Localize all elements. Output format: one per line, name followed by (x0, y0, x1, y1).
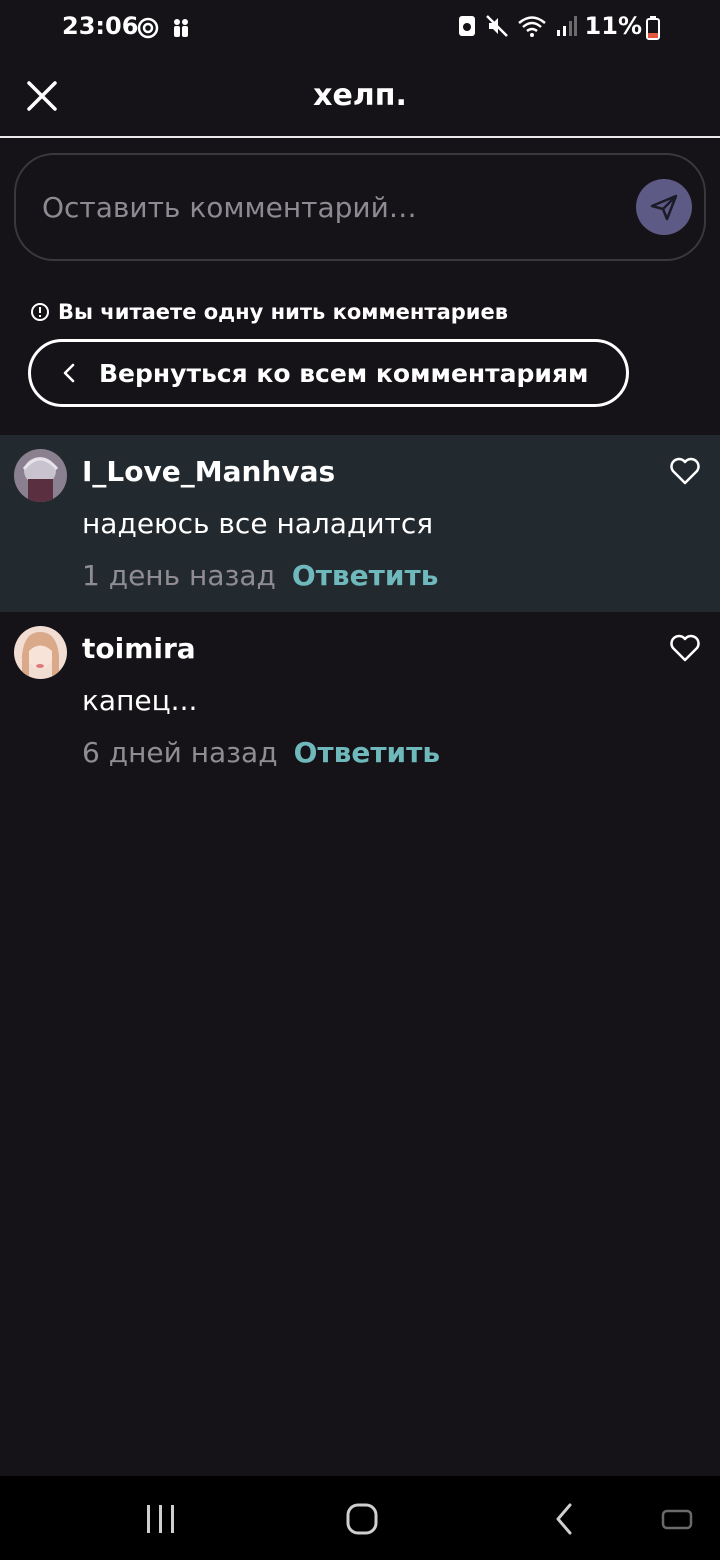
reply-button[interactable]: Ответить (292, 559, 439, 592)
comments-screen: 23:06 11% хелп. Оставить комментарий… Вы… (0, 0, 720, 1560)
people-icon (174, 19, 188, 37)
thread-notice-text: Вы читаете одну нить комментариев (58, 300, 509, 324)
back-to-all-comments-button[interactable]: Вернуться ко всем комментариям (28, 339, 629, 407)
status-bar: 23:06 11% (0, 0, 720, 56)
info-icon (31, 303, 49, 321)
header: хелп. (0, 56, 720, 138)
heart-icon[interactable] (668, 455, 702, 487)
chevron-left-icon (63, 363, 75, 383)
comment-time: 6 дней назад (82, 736, 278, 769)
comment-username[interactable]: I_Love_Manhvas (82, 455, 335, 488)
battery-icon (646, 16, 660, 40)
keyboard-toggle-icon[interactable] (660, 1502, 694, 1536)
thread-notice: Вы читаете одну нить комментариев (30, 300, 508, 324)
comment-text: надеюсь все наладится (82, 507, 434, 540)
comment-item: I_Love_Manhvas надеюсь все наладится 1 д… (0, 435, 720, 612)
avatar[interactable] (14, 449, 67, 502)
nfc-icon (458, 16, 475, 36)
system-navigation-bar (0, 1476, 720, 1560)
comment-username[interactable]: toimira (82, 632, 196, 665)
back-icon[interactable] (548, 1502, 582, 1536)
sync-icon (137, 17, 159, 39)
wifi-icon (517, 16, 546, 37)
back-button-label: Вернуться ко всем комментариям (99, 358, 589, 388)
send-button[interactable] (636, 179, 692, 235)
comment-time: 1 день назад (82, 559, 276, 592)
home-icon[interactable] (345, 1502, 379, 1536)
comment-item: toimira капец... 6 дней назад Ответить (0, 612, 720, 789)
comment-meta: 6 дней назад Ответить (82, 736, 440, 769)
comment-meta: 1 день назад Ответить (82, 559, 438, 592)
comment-input[interactable] (42, 183, 632, 231)
heart-icon[interactable] (668, 632, 702, 664)
signal-icon (556, 16, 577, 36)
battery-percent: 11% (584, 12, 642, 40)
avatar[interactable] (14, 626, 67, 679)
comment-input-container (14, 153, 706, 261)
reply-button[interactable]: Ответить (294, 736, 441, 769)
mute-icon (485, 15, 508, 37)
page-title: хелп. (313, 78, 407, 113)
comment-text: капец... (82, 684, 198, 717)
recent-apps-icon[interactable] (144, 1502, 178, 1536)
status-time: 23:06 (62, 12, 139, 40)
send-icon (650, 194, 678, 221)
